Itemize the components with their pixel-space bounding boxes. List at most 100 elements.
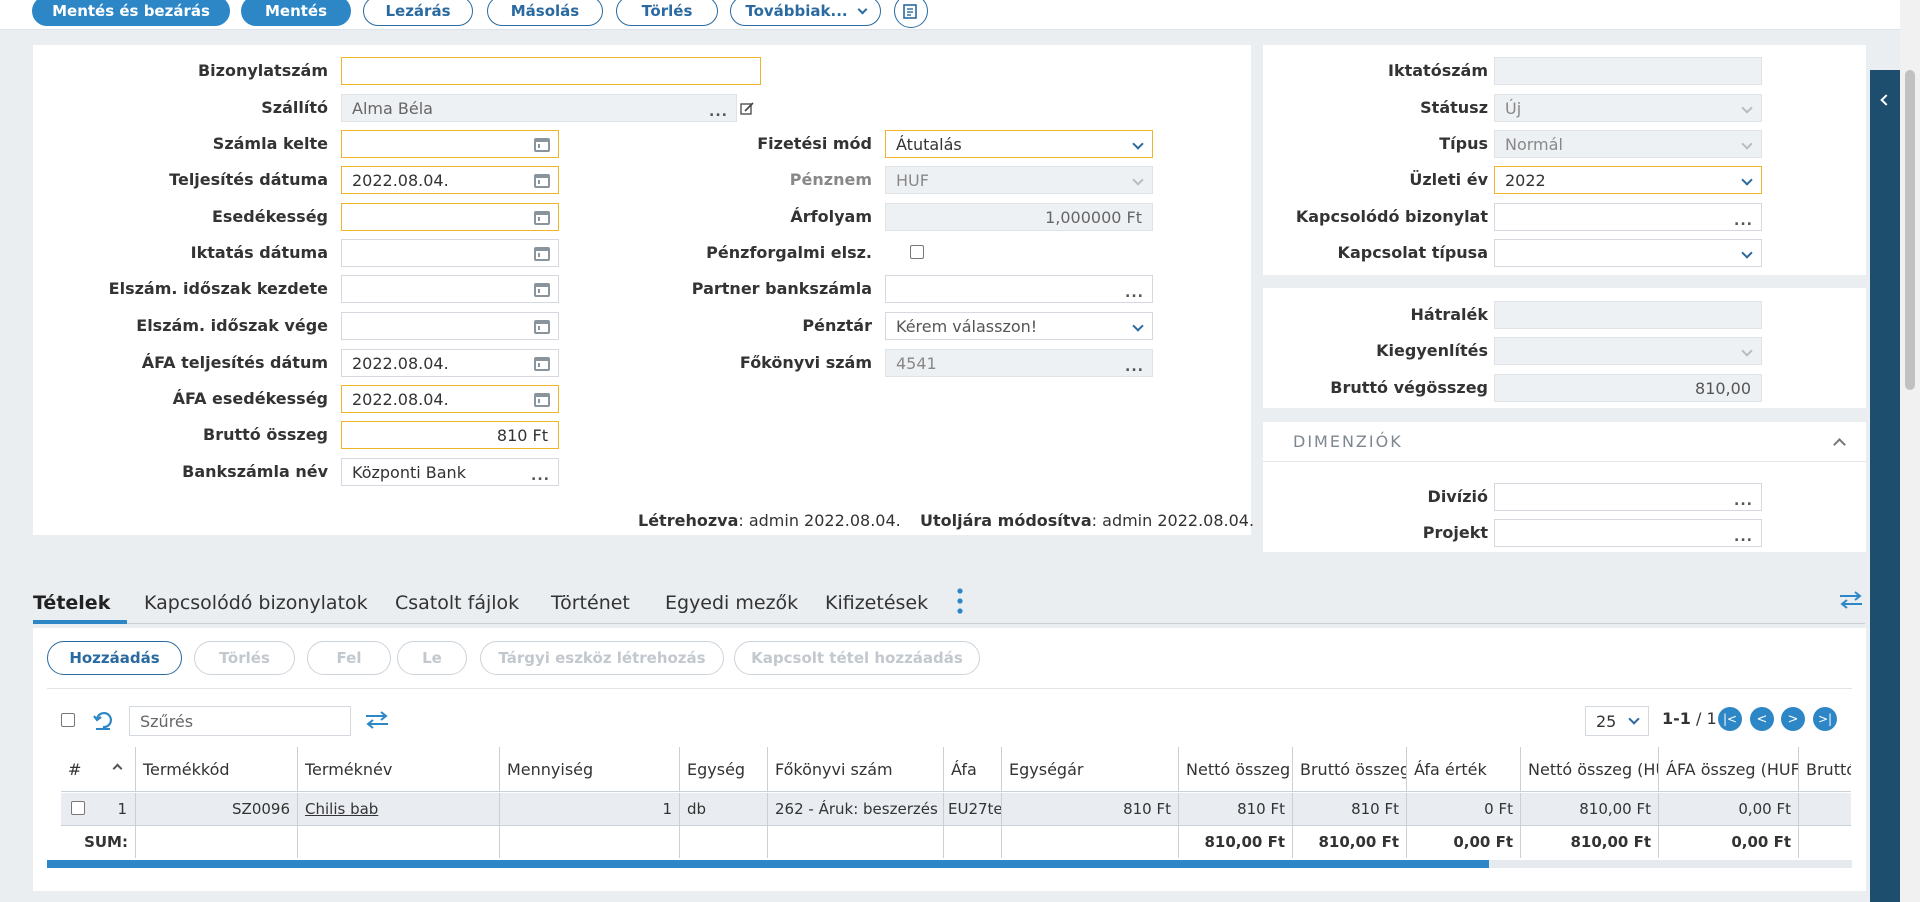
next-page-icon[interactable]: > bbox=[1781, 707, 1805, 731]
esedekesseg-input[interactable] bbox=[341, 203, 559, 231]
more-label: Továbbiak... bbox=[745, 2, 848, 20]
divizio-input[interactable]: ... bbox=[1494, 483, 1762, 511]
side-panel-toggle[interactable] bbox=[1870, 70, 1900, 902]
calendar-icon[interactable] bbox=[534, 283, 550, 297]
calendar-icon[interactable] bbox=[534, 247, 550, 261]
col-header-number[interactable]: # bbox=[61, 747, 135, 792]
col-header-termekkod[interactable]: Termékkód bbox=[135, 747, 297, 792]
col-header-brutto[interactable]: Bruttó bbox=[1798, 747, 1851, 792]
notes-icon[interactable] bbox=[894, 0, 928, 28]
tab-kifizetesek[interactable]: Kifizetések bbox=[825, 592, 928, 614]
kiegyenlites-select[interactable] bbox=[1494, 337, 1762, 365]
ellipsis-icon[interactable]: ... bbox=[531, 469, 550, 483]
add-linked-item-button[interactable]: Kapcsolt tétel hozzáadás bbox=[734, 641, 980, 675]
col-header-mennyiseg[interactable]: Mennyiség bbox=[499, 747, 679, 792]
statusz-select[interactable]: Új bbox=[1494, 94, 1762, 122]
more-vertical-icon[interactable] bbox=[957, 587, 963, 617]
refresh-icon[interactable] bbox=[92, 709, 114, 731]
col-header-netto-osszeg[interactable]: Nettó összeg bbox=[1178, 747, 1292, 792]
calendar-icon[interactable] bbox=[534, 393, 550, 407]
col-header-egysegar[interactable]: Egységár bbox=[1001, 747, 1178, 792]
calendar-icon[interactable] bbox=[534, 357, 550, 371]
ellipsis-icon[interactable]: ... bbox=[1125, 360, 1144, 374]
columns-swap-icon[interactable] bbox=[364, 709, 390, 731]
penztar-select[interactable]: Kérem válasszon! bbox=[885, 312, 1153, 340]
prev-page-icon[interactable]: < bbox=[1750, 707, 1774, 731]
bizonylatszam-input[interactable] bbox=[341, 57, 761, 85]
teljesites-input[interactable]: 2022.08.04. bbox=[341, 166, 559, 194]
brutto-osszeg-input[interactable]: 810 Ft bbox=[341, 421, 559, 449]
afa-esedekesseg-input[interactable]: 2022.08.04. bbox=[341, 385, 559, 413]
table-row[interactable]: 1 SZ0096 Chilis bab 1 db 262 - Áruk: bes… bbox=[61, 793, 1851, 825]
kapcs-bizonylat-input[interactable]: ... bbox=[1494, 203, 1762, 231]
kapcsolat-tipusa-select[interactable] bbox=[1494, 239, 1762, 267]
calendar-icon[interactable] bbox=[534, 320, 550, 334]
move-up-button[interactable]: Fel bbox=[307, 641, 391, 675]
cell-termeknev[interactable]: Chilis bab bbox=[297, 793, 499, 825]
col-header-brutto-osszeg[interactable]: Bruttó összeg bbox=[1292, 747, 1406, 792]
col-header-netto-osszeg-huf[interactable]: Nettó összeg (HUF) bbox=[1520, 747, 1658, 792]
brutto-vegosszeg-input[interactable]: 810,00 bbox=[1494, 374, 1762, 402]
ellipsis-icon[interactable]: ... bbox=[709, 105, 728, 119]
projekt-input[interactable]: ... bbox=[1494, 519, 1762, 547]
page-size-select[interactable]: 25 bbox=[1585, 706, 1649, 736]
save-button[interactable]: Mentés bbox=[241, 0, 351, 26]
move-down-button[interactable]: Le bbox=[397, 641, 467, 675]
col-header-termeknev[interactable]: Terméknév bbox=[297, 747, 499, 792]
tab-tetelek[interactable]: Tételek bbox=[33, 592, 110, 614]
calendar-icon[interactable] bbox=[534, 211, 550, 225]
grid-scroll-thumb[interactable] bbox=[47, 860, 1489, 868]
szallito-input[interactable]: Alma Béla ... bbox=[341, 94, 737, 122]
add-item-button[interactable]: Hozzáadás bbox=[47, 641, 182, 675]
col-header-afa[interactable]: Áfa bbox=[943, 747, 1001, 792]
penznem-select[interactable]: HUF bbox=[885, 166, 1153, 194]
edit-icon[interactable] bbox=[740, 101, 754, 115]
afa-teljesites-value: 2022.08.04. bbox=[352, 353, 449, 373]
ellipsis-icon[interactable]: ... bbox=[1734, 494, 1753, 508]
iktatas-datuma-input[interactable] bbox=[341, 239, 559, 267]
col-header-egyseg[interactable]: Egység bbox=[679, 747, 767, 792]
save-close-button[interactable]: Mentés és bezárás bbox=[32, 0, 230, 26]
product-link[interactable]: Chilis bab bbox=[305, 800, 378, 818]
arfolyam-input[interactable]: 1,000000 Ft bbox=[885, 203, 1153, 231]
swap-icon[interactable] bbox=[1838, 589, 1864, 611]
row-checkbox[interactable] bbox=[71, 801, 85, 815]
tab-csatolt-fajlok[interactable]: Csatolt fájlok bbox=[395, 592, 519, 614]
page-scroll-thumb[interactable] bbox=[1905, 70, 1915, 390]
fizetesi-mod-select[interactable]: Átutalás bbox=[885, 130, 1153, 158]
close-button[interactable]: Lezárás bbox=[363, 0, 473, 26]
hatralek-input[interactable] bbox=[1494, 301, 1762, 329]
ellipsis-icon[interactable]: ... bbox=[1125, 286, 1144, 300]
fokonyvi-szam-input[interactable]: 4541 ... bbox=[885, 349, 1153, 377]
tipus-select[interactable]: Normál bbox=[1494, 130, 1762, 158]
copy-button[interactable]: Másolás bbox=[487, 0, 603, 26]
filter-input[interactable]: Szűrés bbox=[129, 706, 351, 736]
elszam-vege-input[interactable] bbox=[341, 312, 559, 340]
first-page-icon[interactable]: |< bbox=[1718, 707, 1742, 731]
bankszamla-nev-input[interactable]: Központi Bank ... bbox=[341, 458, 559, 486]
iktatoszam-input[interactable] bbox=[1494, 57, 1762, 85]
elszam-kezdete-input[interactable] bbox=[341, 275, 559, 303]
penzforgalmi-checkbox[interactable] bbox=[910, 245, 924, 259]
uzleti-ev-select[interactable]: 2022 bbox=[1494, 166, 1762, 194]
szamla-kelte-input[interactable] bbox=[341, 130, 559, 158]
tab-egyedi-mezok[interactable]: Egyedi mezők bbox=[665, 592, 798, 614]
tab-tortenet[interactable]: Történet bbox=[551, 592, 630, 614]
tab-kapcsolodo-bizonylatok[interactable]: Kapcsolódó bizonylatok bbox=[144, 592, 368, 614]
calendar-icon[interactable] bbox=[534, 174, 550, 188]
col-header-afa-osszeg-huf[interactable]: ÁFA összeg (HUF) bbox=[1658, 747, 1798, 792]
afa-teljesites-input[interactable]: 2022.08.04. bbox=[341, 349, 559, 377]
col-header-afa-ertek[interactable]: Áfa érték bbox=[1406, 747, 1520, 792]
more-button[interactable]: Továbbiak... bbox=[730, 0, 881, 26]
ellipsis-icon[interactable]: ... bbox=[1734, 214, 1753, 228]
ellipsis-icon[interactable]: ... bbox=[1734, 530, 1753, 544]
chevron-left-icon[interactable] bbox=[1880, 94, 1892, 106]
delete-button[interactable]: Törlés bbox=[616, 0, 718, 26]
select-all-checkbox[interactable] bbox=[61, 713, 75, 727]
calendar-icon[interactable] bbox=[534, 138, 550, 152]
col-header-fokonyvi-szam[interactable]: Főkönyvi szám bbox=[767, 747, 943, 792]
last-page-icon[interactable]: >| bbox=[1813, 707, 1837, 731]
create-asset-button[interactable]: Tárgyi eszköz létrehozás bbox=[480, 641, 724, 675]
delete-item-button[interactable]: Törlés bbox=[194, 641, 295, 675]
partner-bankszamla-input[interactable]: ... bbox=[885, 275, 1153, 303]
